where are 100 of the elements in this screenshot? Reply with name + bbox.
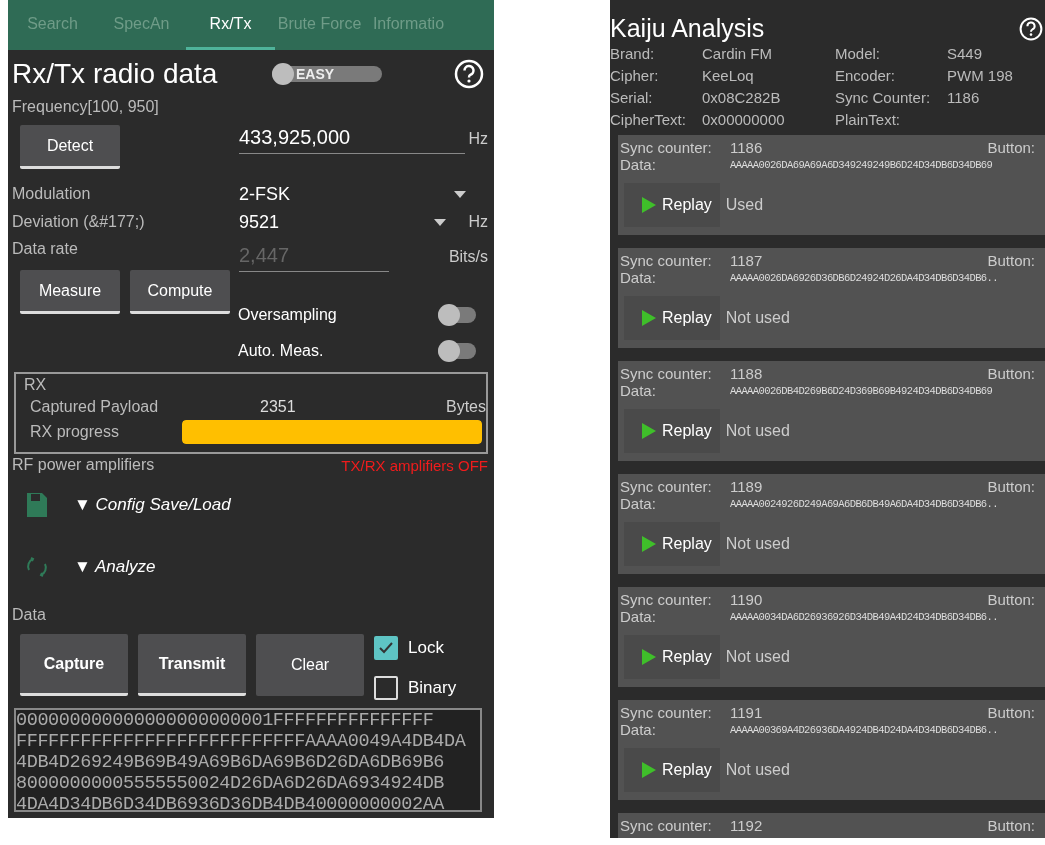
page-title: Kaiju Analysis xyxy=(610,14,765,43)
play-icon xyxy=(642,197,656,213)
hex-line: FFFFFFFFFFFFFFFFFFFFFFFFFFFAAAA0049A4DB4DA xyxy=(16,731,467,752)
hex-line: 000000000000000000000001FFFFFFFFFFFFFFF xyxy=(16,710,435,731)
unit-label: Bits/s xyxy=(448,248,488,266)
switch-label: EASY xyxy=(296,66,335,82)
section-header[interactable]: ▼ Analyze xyxy=(74,557,156,577)
dropdown-caret-icon[interactable] xyxy=(434,218,447,226)
dropdown-caret-icon[interactable] xyxy=(454,190,466,198)
field-label: Sync counter: xyxy=(620,252,713,269)
replay-button[interactable]: Replay xyxy=(624,522,720,566)
toggle-switch[interactable]: EASY xyxy=(272,66,382,82)
play-icon xyxy=(642,423,656,439)
status-text: Used xyxy=(725,196,764,214)
info-label: Serial: xyxy=(610,88,654,108)
payload-value: 2351 xyxy=(260,398,296,416)
unit-label: Hz xyxy=(468,213,488,231)
help-icon[interactable] xyxy=(1019,16,1043,41)
info-label: Model: xyxy=(835,44,882,64)
field-label: Button: xyxy=(987,591,1035,608)
field-label: Data: xyxy=(620,608,657,625)
page-title: Rx/Tx radio data xyxy=(12,58,219,90)
checkbox-label: Binary xyxy=(408,678,457,698)
field-label: Deviation (&#177;) xyxy=(12,213,146,231)
hex-line: 4DA4D34DB6D34DB6936D36DB4DB40000000002AA xyxy=(16,794,446,810)
field-label: Sync counter: xyxy=(620,591,713,608)
sync-value: 1186 xyxy=(730,139,763,156)
sync-value: 1191 xyxy=(730,704,763,721)
checkbox-label: Lock xyxy=(408,638,444,658)
play-icon xyxy=(642,310,656,326)
info-value: Cardin FM xyxy=(702,44,773,64)
frequency-field[interactable]: 433,925,000 xyxy=(239,124,465,154)
status-text: Not used xyxy=(725,422,790,440)
sync-value: 1189 xyxy=(730,478,763,495)
action-button[interactable]: Capture xyxy=(20,634,128,696)
field-label: Button: xyxy=(987,478,1035,495)
sync-value: 1188 xyxy=(730,365,763,382)
action-button[interactable]: Compute xyxy=(130,270,230,314)
detect-button[interactable]: Detect xyxy=(20,125,120,169)
info-label: CipherText: xyxy=(610,110,687,130)
toggle-switch[interactable] xyxy=(438,343,476,359)
info-value: KeeLoq xyxy=(702,66,755,86)
field-label: Captured Payload xyxy=(30,398,160,416)
field-label: Sync counter: xyxy=(620,817,713,834)
toggle-switch[interactable] xyxy=(438,307,476,323)
field-label: Data rate xyxy=(12,240,79,258)
field-label: Data: xyxy=(620,721,657,738)
section-header[interactable]: ▼ Config Save/Load xyxy=(74,495,231,515)
info-value: S449 xyxy=(947,44,984,64)
unit-label: Bytes xyxy=(446,398,486,416)
status-text: Not used xyxy=(725,761,790,779)
info-value: 0x00000000 xyxy=(702,110,786,130)
toggle-label: Oversampling xyxy=(238,306,337,324)
data-value: AAAAA0026DA6926D36DB6D24924D26DA4D34DB6D34DB6.. xyxy=(730,271,998,284)
play-icon xyxy=(642,649,656,665)
data-text-area[interactable] xyxy=(14,708,482,812)
field-label: RF power amplifiers xyxy=(12,456,155,474)
field-label: Data: xyxy=(620,495,657,512)
play-icon xyxy=(642,762,656,778)
field-label: Data xyxy=(12,606,47,624)
modulation-dropdown[interactable]: 2-FSK xyxy=(239,183,454,205)
status-text: Not used xyxy=(725,648,790,666)
checkbox[interactable] xyxy=(374,676,398,700)
field-label: Button: xyxy=(987,817,1035,834)
sync-value: 1187 xyxy=(730,252,763,269)
sync-value: 1190 xyxy=(730,591,763,608)
field-label: Button: xyxy=(987,704,1035,721)
info-label: Cipher: xyxy=(610,66,660,86)
field-label: Modulation xyxy=(12,185,92,203)
status-text: TX/RX amplifiers OFF xyxy=(341,456,488,474)
deviation-dropdown[interactable]: 9521 xyxy=(239,211,435,233)
info-value: PWM 198 xyxy=(947,66,1014,86)
checkbox[interactable] xyxy=(374,636,398,660)
replay-button[interactable]: Replay xyxy=(624,183,720,227)
field-label: Sync counter: xyxy=(620,365,713,382)
toggle-label: Auto. Meas. xyxy=(238,342,324,360)
action-button[interactable]: Transmit xyxy=(138,634,246,696)
field-label: Button: xyxy=(987,252,1035,269)
replay-button[interactable]: Replay xyxy=(624,635,720,679)
arrows-icon xyxy=(26,556,48,578)
field-label: Sync counter: xyxy=(620,478,713,495)
field-label: Data: xyxy=(620,156,657,173)
data-value: AAAAA0026DA69A69A6D349249249B6D24D34DB6D34DB69 xyxy=(730,158,993,171)
play-icon xyxy=(642,536,656,552)
replay-button[interactable]: Replay xyxy=(624,296,720,340)
tab[interactable]: Rx/Tx xyxy=(186,0,275,50)
replay-button[interactable]: Replay xyxy=(624,409,720,453)
help-icon[interactable] xyxy=(454,59,484,89)
info-label: Brand: xyxy=(610,44,656,64)
field-label: Data: xyxy=(620,269,657,286)
field-label: Sync counter: xyxy=(620,139,713,156)
field-label: Button: xyxy=(987,139,1035,156)
status-text: Not used xyxy=(725,309,790,327)
action-button[interactable]: Measure xyxy=(20,270,120,314)
sync-value: 1192 xyxy=(730,817,763,834)
field-label: Frequency[100, 950] xyxy=(12,98,160,116)
field-label: RX progress xyxy=(30,423,120,441)
field-label: Button: xyxy=(987,365,1035,382)
action-button[interactable]: Clear xyxy=(256,634,364,696)
replay-button[interactable]: Replay xyxy=(624,748,720,792)
